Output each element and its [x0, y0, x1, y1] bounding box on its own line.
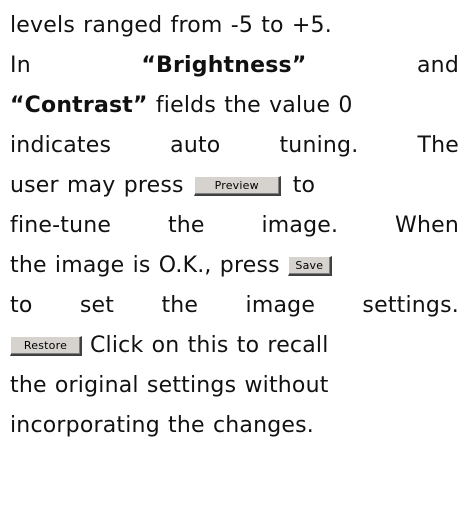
- text: image: [245, 293, 316, 318]
- document-page: levels ranged from -5 to +5. In “Brightn…: [0, 0, 469, 517]
- save-button[interactable]: Save: [287, 256, 332, 276]
- text: The: [417, 133, 459, 158]
- text: incorporating the changes.: [10, 413, 314, 438]
- text: to: [292, 173, 316, 198]
- text-line-11: incorporating the changes.: [10, 406, 459, 446]
- text-line-10: the original settings without: [10, 366, 459, 406]
- text: indicates: [10, 133, 112, 158]
- text: fine-tune: [10, 213, 112, 238]
- text-line-6: fine-tune the image. When: [10, 206, 459, 246]
- text: tuning.: [279, 133, 359, 158]
- text: auto: [170, 133, 221, 158]
- restore-button[interactable]: Restore: [10, 336, 82, 356]
- preview-button[interactable]: Preview: [193, 176, 281, 196]
- text-line-7: the image is O.K., press Save: [10, 246, 459, 286]
- text: the: [167, 213, 205, 238]
- text: user may press: [10, 173, 184, 198]
- text: settings.: [362, 293, 459, 318]
- text: In: [10, 53, 31, 78]
- text: fields the value 0: [147, 93, 353, 118]
- text-line-5: user may press Preview to: [10, 166, 459, 206]
- text: and: [417, 53, 459, 78]
- text: the image is O.K., press: [10, 253, 280, 278]
- text: the original settings without: [10, 373, 329, 398]
- text-line-1: levels ranged from -5 to +5.: [10, 6, 459, 46]
- text: levels ranged from -5 to +5.: [10, 13, 332, 38]
- contrast-term: “Contrast”: [10, 93, 148, 118]
- text: to: [10, 293, 33, 318]
- text-line-2: In “Brightness” and: [10, 46, 459, 86]
- text-line-4: indicates auto tuning. The: [10, 126, 459, 166]
- text: Click on this to recall: [90, 333, 329, 358]
- text-line-3: “Contrast” fields the value 0: [10, 86, 459, 126]
- text-line-8: to set the image settings.: [10, 286, 459, 326]
- text: set: [79, 293, 115, 318]
- brightness-term: “Brightness”: [141, 53, 307, 78]
- text: When: [395, 213, 459, 238]
- text: the: [161, 293, 199, 318]
- text-line-9: Restore Click on this to recall: [10, 326, 459, 366]
- text: image.: [261, 213, 339, 238]
